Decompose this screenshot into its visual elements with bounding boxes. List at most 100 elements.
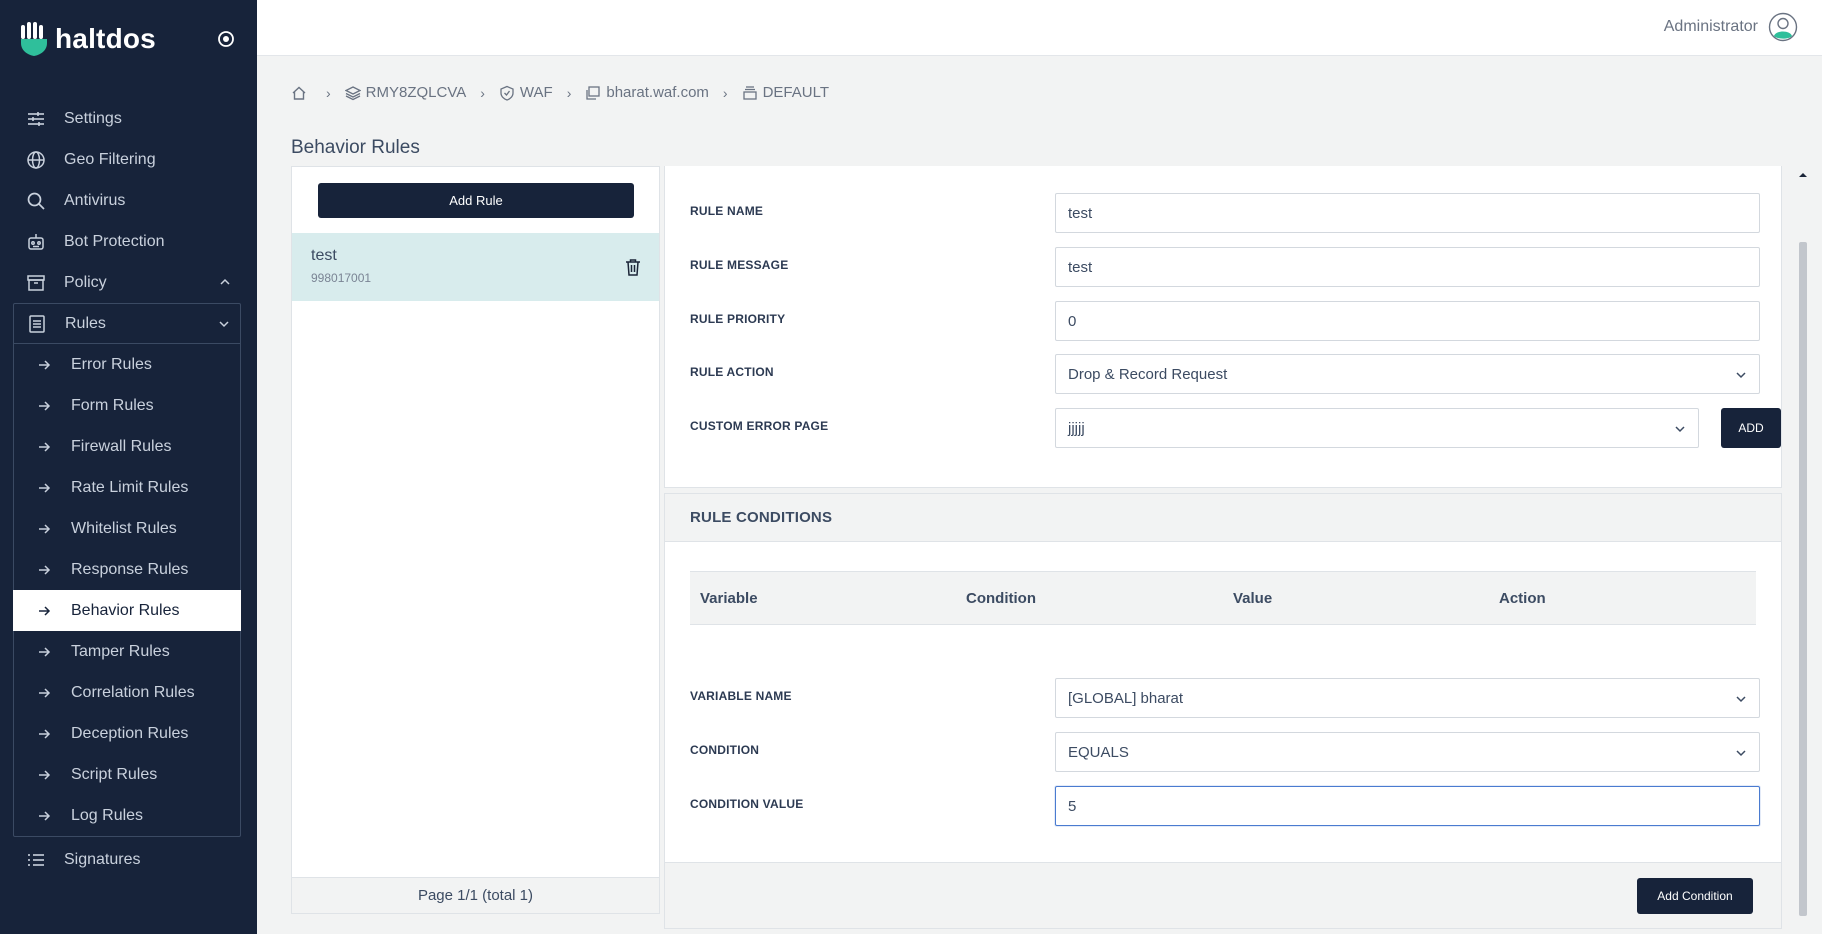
breadcrumb-item[interactable]: DEFAULT: [763, 84, 829, 101]
variable-name-label: VARIABLE NAME: [690, 689, 792, 703]
rule-name-row: RULE NAME test: [690, 193, 1760, 233]
user-menu[interactable]: Administrator: [1664, 12, 1798, 42]
variable-name-row: VARIABLE NAME [GLOBAL] bharat: [690, 678, 1760, 718]
sidebar-item-script-rules[interactable]: Script Rules: [14, 754, 240, 795]
sidebar-item-bot-protection[interactable]: Bot Protection: [0, 221, 257, 262]
rule-conditions-panel: RULE CONDITIONS Variable Condition Value…: [664, 493, 1782, 929]
rule-message-label: RULE MESSAGE: [690, 258, 789, 272]
arrow-right-icon: [37, 604, 51, 618]
sidebar-item-policy[interactable]: Policy: [0, 262, 257, 303]
sidebar-item-settings[interactable]: Settings: [0, 98, 257, 139]
sidebar-item-rules[interactable]: Rules: [14, 304, 240, 344]
rule-priority-label: RULE PRIORITY: [690, 312, 786, 326]
breadcrumb-separator: ›: [566, 84, 572, 101]
chevron-up-icon: [220, 278, 230, 285]
scroll-up-icon[interactable]: [1798, 170, 1808, 180]
conditions-footer: Add Condition: [665, 862, 1781, 928]
sidebar-item-label: Correlation Rules: [71, 683, 195, 701]
sidebar-item-label: Geo Filtering: [64, 150, 156, 168]
rule-list-panel: Add Rule test 998017001 Page 1/1 (total …: [291, 166, 660, 914]
arrow-right-icon: [37, 358, 51, 372]
condition-row: CONDITION EQUALS: [690, 732, 1760, 772]
sidebar-item-behavior-rules[interactable]: Behavior Rules: [13, 590, 241, 631]
sidebar-item-geo-filtering[interactable]: Geo Filtering: [0, 139, 257, 180]
sidebar-item-response-rules[interactable]: Response Rules: [14, 549, 240, 590]
brand: haltdos: [0, 0, 257, 78]
condition-select[interactable]: EQUALS: [1055, 732, 1760, 772]
rule-action-select[interactable]: Drop & Record Request: [1055, 354, 1760, 394]
rule-priority-value: 0: [1068, 312, 1077, 330]
sidebar-item-error-rules[interactable]: Error Rules: [14, 344, 240, 385]
breadcrumb: › RMY8ZQLCVA › WAF › bharat.waf.com › DE…: [291, 84, 829, 101]
column-header: Variable: [700, 590, 758, 607]
sidebar-item-label: Rate Limit Rules: [71, 478, 189, 496]
sidebar-item-label: Error Rules: [71, 355, 152, 373]
scrollbar-thumb[interactable]: [1799, 242, 1807, 916]
brand-name: haltdos: [55, 23, 156, 54]
condition-value: EQUALS: [1068, 743, 1129, 761]
custom-error-row: CUSTOM ERROR PAGE jjjjj ADD: [690, 408, 1781, 448]
avatar-icon[interactable]: [1768, 12, 1798, 42]
breadcrumb-item[interactable]: RMY8ZQLCVA: [366, 84, 467, 101]
chevron-down-icon: [219, 321, 229, 328]
page-title: Behavior Rules: [291, 137, 420, 158]
sliders-icon: [26, 109, 46, 129]
sidebar-item-label: Form Rules: [71, 396, 154, 414]
rule-list-item[interactable]: test 998017001: [292, 233, 659, 301]
condition-value-row: CONDITION VALUE 5: [690, 786, 1760, 826]
add-condition-button[interactable]: Add Condition: [1637, 878, 1753, 914]
arrow-right-icon: [37, 440, 51, 454]
arrow-right-icon: [37, 481, 51, 495]
rule-name-input[interactable]: test: [1055, 193, 1760, 233]
sidebar-item-tamper-rules[interactable]: Tamper Rules: [14, 631, 240, 672]
arrow-right-icon: [37, 563, 51, 577]
custom-error-select[interactable]: jjjjj: [1055, 408, 1699, 448]
arrow-right-icon: [37, 522, 51, 536]
arrow-right-icon: [37, 809, 51, 823]
stack-icon: [742, 85, 757, 100]
sidebar-item-label: Rules: [65, 314, 106, 332]
user-name: Administrator: [1663, 18, 1758, 35]
sidebar-item-label: Deception Rules: [71, 724, 189, 742]
sidebar-item-label: Log Rules: [71, 806, 144, 824]
rule-priority-input[interactable]: 0: [1055, 301, 1760, 341]
rule-action-value: Drop & Record Request: [1068, 365, 1228, 383]
sidebar-item-whitelist-rules[interactable]: Whitelist Rules: [14, 508, 240, 549]
trash-icon[interactable]: [625, 258, 641, 276]
custom-error-label: CUSTOM ERROR PAGE: [690, 419, 829, 433]
rules-group: Rules Error Rules Form Rules Firewall Rule…: [13, 303, 241, 837]
add-rule-button[interactable]: Add Rule: [318, 183, 634, 218]
sidebar-item-antivirus[interactable]: Antivirus: [0, 180, 257, 221]
rule-id: 998017001: [311, 271, 372, 285]
sidebar-item-correlation-rules[interactable]: Correlation Rules: [14, 672, 240, 713]
condition-value-text: 5: [1068, 797, 1077, 815]
search-icon: [26, 191, 46, 211]
add-error-page-button[interactable]: ADD: [1721, 408, 1781, 448]
sidebar-item-firewall-rules[interactable]: Firewall Rules: [14, 426, 240, 467]
custom-error-value: jjjjj: [1068, 419, 1085, 437]
sidebar-item-label: Antivirus: [64, 191, 126, 209]
sidebar-item-signatures[interactable]: Signatures: [0, 839, 257, 880]
home-icon[interactable]: [291, 85, 307, 101]
sidebar-item-log-rules[interactable]: Log Rules: [14, 795, 240, 836]
variable-name-select[interactable]: [GLOBAL] bharat: [1055, 678, 1760, 718]
bullet-list-icon: [26, 850, 46, 870]
sidebar-item-label: Bot Protection: [64, 232, 165, 250]
arrow-right-icon: [37, 399, 51, 413]
arrow-right-icon: [37, 727, 51, 741]
breadcrumb-item[interactable]: WAF: [520, 84, 553, 101]
page-scrollbar[interactable]: [1798, 166, 1808, 920]
breadcrumb-item[interactable]: bharat.waf.com: [606, 84, 709, 101]
sidebar-item-deception-rules[interactable]: Deception Rules: [14, 713, 240, 754]
rule-conditions-title: RULE CONDITIONS: [665, 494, 1781, 542]
sidebar-item-label: Policy: [64, 273, 107, 291]
rule-action-label: RULE ACTION: [690, 365, 774, 379]
sidebar-toggle-icon[interactable]: [217, 30, 235, 48]
condition-value-label: CONDITION VALUE: [690, 797, 804, 811]
sidebar-item-form-rules[interactable]: Form Rules: [14, 385, 240, 426]
sidebar-item-rate-limit-rules[interactable]: Rate Limit Rules: [14, 467, 240, 508]
sidebar-item-label: Behavior Rules: [71, 601, 180, 619]
condition-value-input[interactable]: 5: [1055, 786, 1760, 826]
rule-message-input[interactable]: test: [1055, 247, 1760, 287]
window-icon: [586, 85, 601, 100]
